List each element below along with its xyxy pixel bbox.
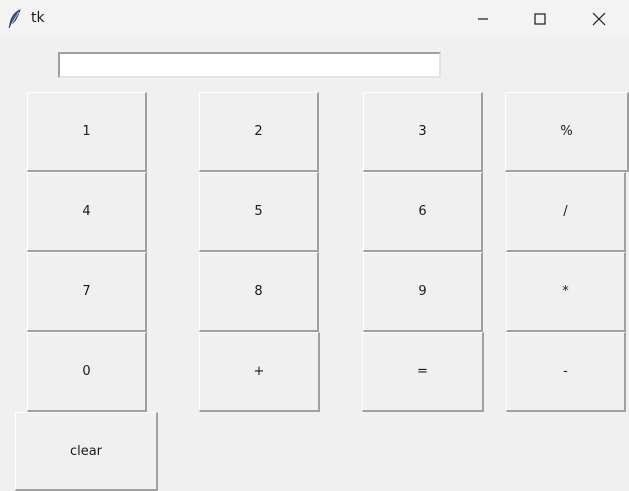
equals-button[interactable]: = (362, 332, 484, 412)
multiply-button[interactable]: * (506, 252, 626, 332)
digit-3-button[interactable]: 3 (363, 92, 483, 172)
feather-icon (7, 9, 23, 29)
digit-8-button[interactable]: 8 (199, 252, 319, 332)
digit-0-button[interactable]: 0 (27, 332, 147, 412)
digit-4-button[interactable]: 4 (27, 172, 147, 252)
maximize-button[interactable] (511, 0, 569, 38)
window-title: tk (31, 10, 45, 26)
close-icon (592, 12, 606, 26)
digit-7-button[interactable]: 7 (27, 252, 147, 332)
title-bar[interactable]: tk (0, 0, 629, 38)
minimize-button[interactable] (454, 0, 512, 38)
digit-2-button[interactable]: 2 (199, 92, 319, 172)
digit-6-button[interactable]: 6 (363, 172, 483, 252)
percent-button[interactable]: % (505, 92, 629, 172)
digit-9-button[interactable]: 9 (363, 252, 483, 332)
plus-button[interactable]: + (199, 332, 320, 412)
clear-button[interactable]: clear (15, 412, 158, 491)
divide-button[interactable]: / (506, 172, 626, 252)
maximize-icon (534, 13, 546, 25)
digit-5-button[interactable]: 5 (199, 172, 319, 252)
display-entry[interactable] (58, 52, 441, 78)
minus-button[interactable]: - (506, 332, 626, 412)
close-button[interactable] (570, 0, 628, 38)
calculator-window: tk 1 2 3 % 4 5 6 / 7 8 9 * 0 + = - clear (0, 0, 629, 491)
minimize-icon (477, 13, 489, 25)
digit-1-button[interactable]: 1 (27, 92, 147, 172)
